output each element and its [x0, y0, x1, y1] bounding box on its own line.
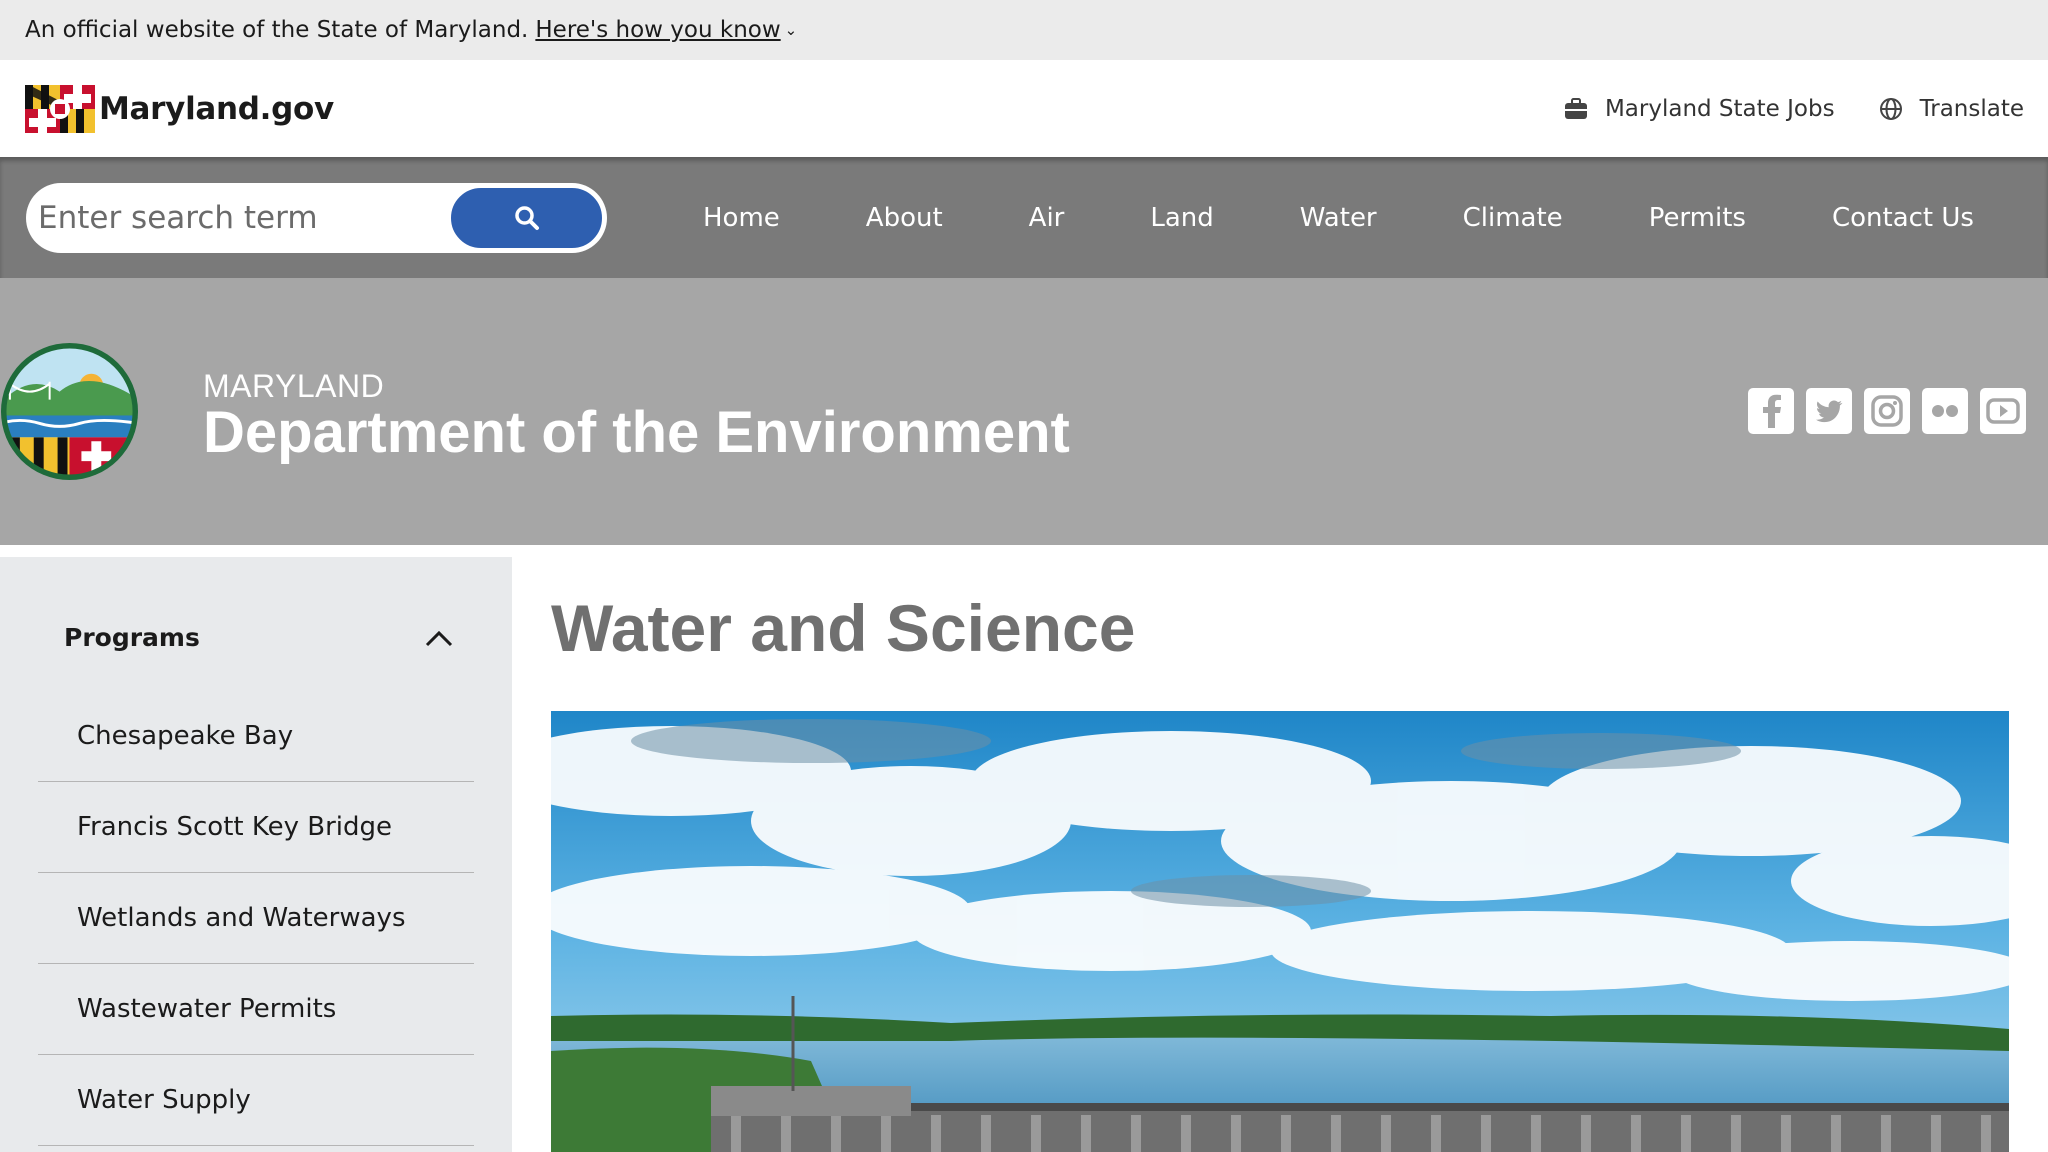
agency-title[interactable]: Department of the Environment [203, 399, 1070, 466]
sidebar-item-wastewater-permits[interactable]: Wastewater Permits [38, 964, 474, 1055]
agency-banner: MARYLAND Department of the Environment [0, 278, 2048, 545]
translate-link[interactable]: Translate [1879, 96, 2024, 122]
nav-home[interactable]: Home [660, 203, 823, 233]
search-form [26, 183, 607, 253]
youtube-icon[interactable] [1980, 388, 2026, 434]
twitter-icon[interactable] [1806, 388, 1852, 434]
nav-water[interactable]: Water [1257, 203, 1420, 233]
mde-seal-logo[interactable] [0, 342, 139, 481]
search-icon [514, 206, 539, 230]
programs-toggle[interactable]: Programs [64, 623, 454, 652]
maryland-flag-logo-icon [25, 84, 95, 133]
maryland-gov-logo[interactable]: Maryland.gov [25, 84, 334, 133]
programs-heading: Programs [64, 623, 200, 652]
state-jobs-link[interactable]: Maryland State Jobs [1564, 96, 1835, 122]
heres-how-you-know-link[interactable]: Here's how you know [535, 17, 780, 43]
official-site-banner: An official website of the State of Mary… [0, 0, 2048, 60]
nav-contact-us[interactable]: Contact Us [1789, 203, 2017, 233]
nav-permits[interactable]: Permits [1606, 203, 1789, 233]
programs-sidebar: Programs Chesapeake Bay Francis Scott Ke… [0, 557, 512, 1152]
sidebar-item-wetlands[interactable]: Wetlands and Waterways [38, 873, 474, 964]
sidebar-item-key-bridge[interactable]: Francis Scott Key Bridge [38, 782, 474, 873]
instagram-icon[interactable] [1864, 388, 1910, 434]
briefcase-icon [1564, 97, 1587, 119]
brand-name: Maryland.gov [99, 90, 334, 127]
state-jobs-label: Maryland State Jobs [1604, 95, 1835, 122]
search-input[interactable] [26, 188, 446, 248]
page-title: Water and Science [551, 591, 1136, 665]
sidebar-item-water-supply[interactable]: Water Supply [38, 1055, 474, 1146]
social-links [1748, 388, 2026, 434]
programs-list: Chesapeake Bay Francis Scott Key Bridge … [38, 691, 474, 1146]
nav-about[interactable]: About [823, 203, 986, 233]
official-site-text: An official website of the State of Mary… [25, 17, 529, 43]
flickr-icon[interactable] [1922, 388, 1968, 434]
site-header: Maryland.gov Maryland State Jobs Transla… [0, 60, 2048, 157]
search-button[interactable] [449, 186, 604, 250]
main-navigation: Home About Air Land Water Climate Permit… [0, 157, 2048, 278]
translate-label: Translate [1919, 95, 2024, 122]
nav-climate[interactable]: Climate [1420, 203, 1606, 233]
nav-air[interactable]: Air [986, 203, 1108, 233]
chevron-up-icon [425, 630, 453, 646]
hero-image-dam-river [551, 711, 2009, 1152]
nav-land[interactable]: Land [1107, 203, 1256, 233]
globe-icon [1879, 97, 1902, 120]
nav-links: Home About Air Land Water Climate Permit… [660, 157, 2017, 278]
chevron-down-icon[interactable]: ⌄ [785, 21, 798, 39]
sidebar-item-chesapeake-bay[interactable]: Chesapeake Bay [38, 691, 474, 782]
utility-nav: Maryland State Jobs Translate [1564, 96, 2024, 122]
facebook-icon[interactable] [1748, 388, 1794, 434]
